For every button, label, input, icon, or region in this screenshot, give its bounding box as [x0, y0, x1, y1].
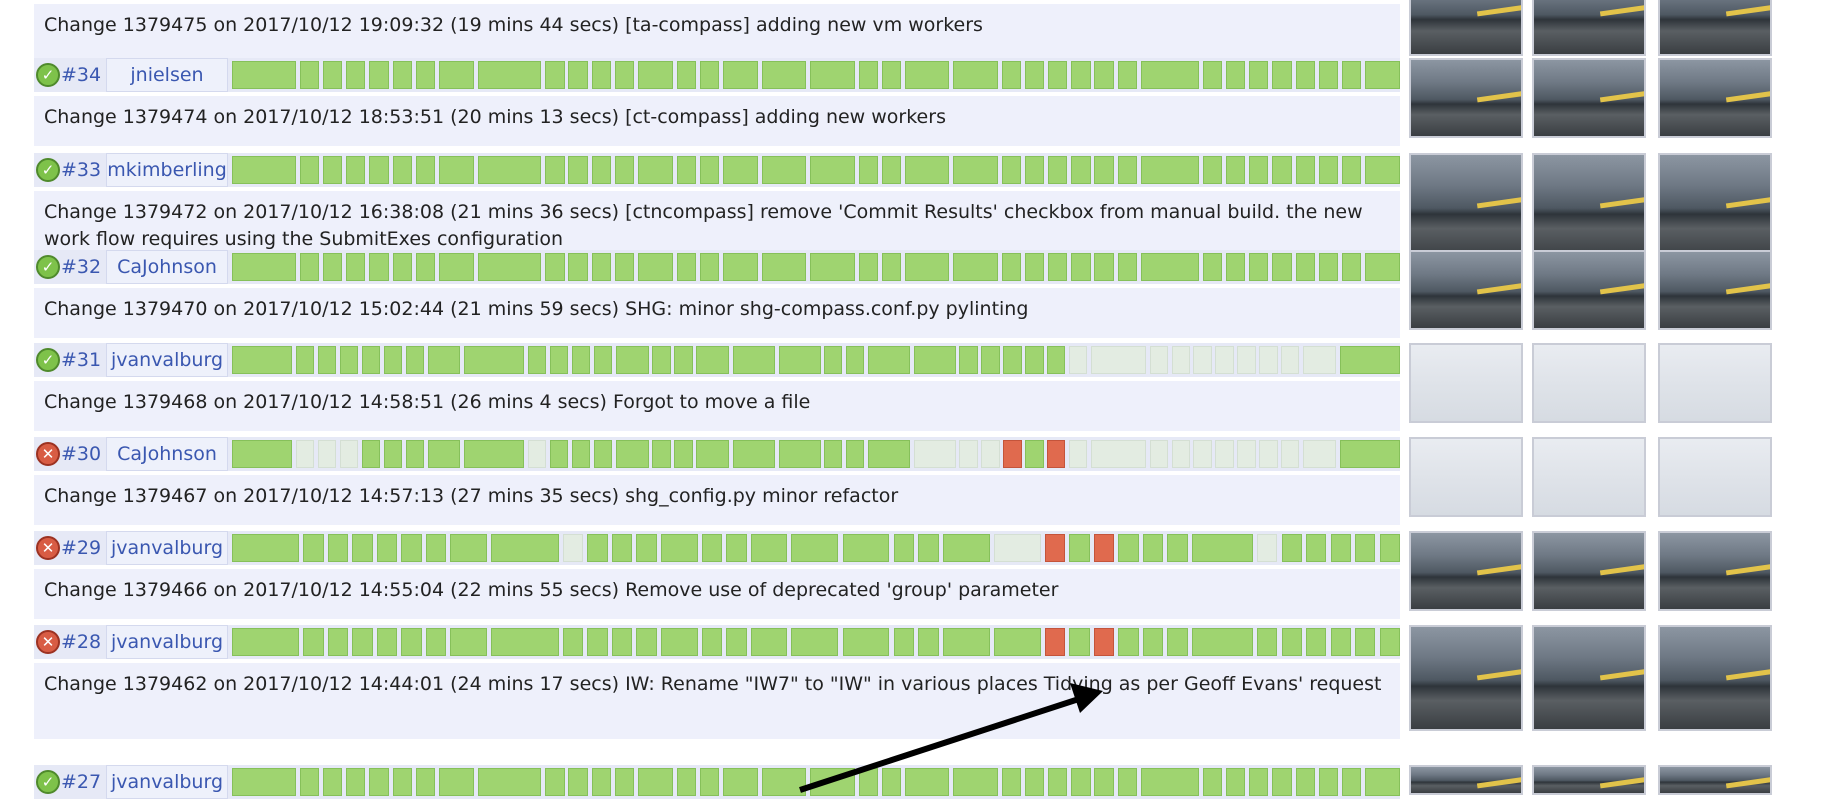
annotation-arrow — [799, 683, 1103, 793]
arrow-shaft — [799, 694, 1086, 793]
